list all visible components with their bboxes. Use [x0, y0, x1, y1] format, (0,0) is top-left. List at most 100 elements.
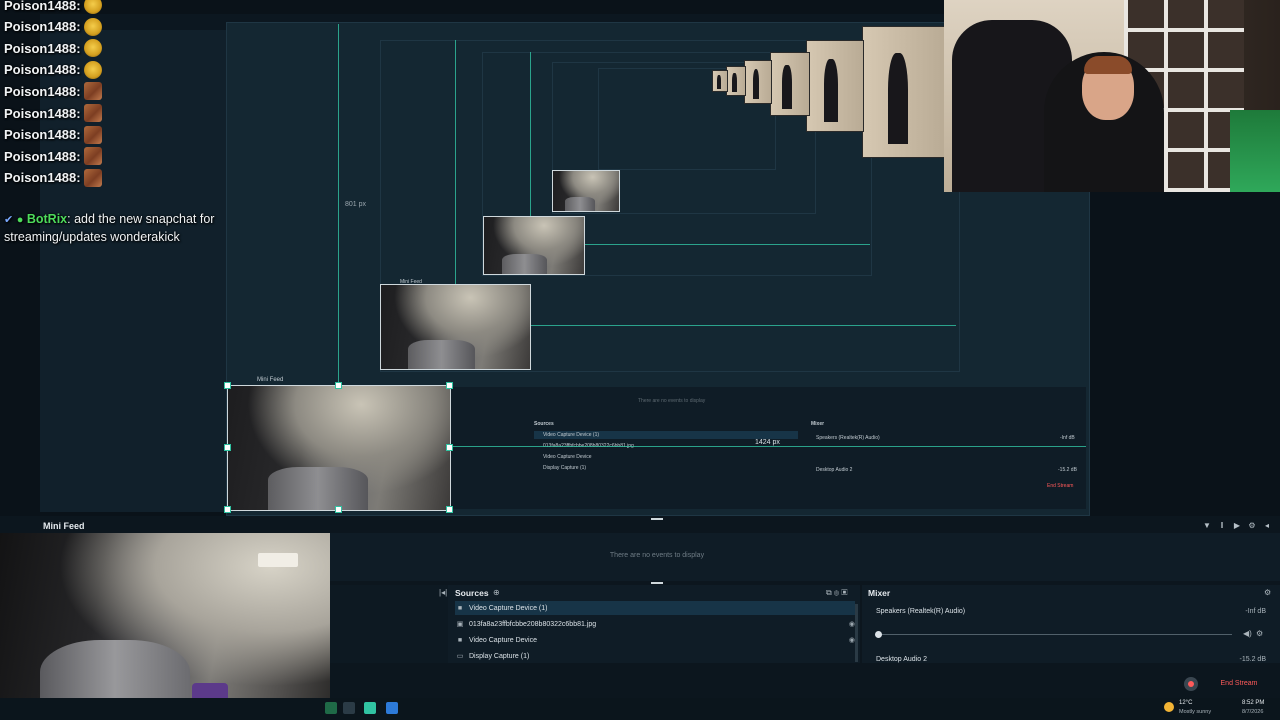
resize-handle-mr[interactable]	[446, 444, 453, 451]
chat-message: Poison1488:	[4, 168, 102, 188]
webcam-feed	[944, 0, 1280, 192]
ok-hand-emote-icon	[83, 39, 102, 58]
webcam-echo	[712, 70, 728, 92]
source-row[interactable]: ■ Video Capture Device ◉	[455, 633, 855, 647]
nested-mixer-title: Mixer	[811, 421, 825, 427]
sources-scrollbar[interactable]	[855, 604, 858, 662]
ok-hand-emote-icon	[83, 17, 102, 36]
chat-message: Poison1488:	[4, 103, 102, 123]
webcam-echo	[862, 26, 946, 158]
volume-slider-knob[interactable]	[875, 631, 882, 638]
popout-icon[interactable]: ◂	[1263, 522, 1271, 530]
resize-handle-tm[interactable]	[335, 382, 342, 389]
clock-date[interactable]: 8/7/2026	[1242, 709, 1263, 715]
app-icon[interactable]	[343, 702, 355, 714]
webcam-echo	[806, 40, 864, 132]
chat-username: Poison1488:	[4, 170, 81, 186]
emote-icon	[83, 125, 102, 144]
taskbar	[0, 698, 1280, 720]
mixer-panel	[862, 585, 1280, 663]
monitor-icon: ▭	[456, 653, 464, 660]
record-button[interactable]	[1184, 677, 1198, 691]
webcam-echo	[744, 60, 772, 104]
emote-icon	[83, 168, 102, 187]
camera-icon: ■	[457, 636, 463, 644]
mixer-track-value: -15.2 dB	[1239, 656, 1266, 663]
streamlabs-icon[interactable]	[364, 702, 376, 714]
track-settings-icon[interactable]: ⚙	[1256, 629, 1263, 638]
guide-line	[530, 325, 956, 326]
nested-mini-feed-2	[483, 216, 585, 275]
nested-mixer-val-1: -Inf dB	[1060, 435, 1075, 441]
chat-message: Poison1488:	[4, 38, 102, 58]
nested-source-3: Video Capture Device	[543, 454, 592, 460]
ok-hand-emote-icon	[83, 60, 102, 79]
bot-message: ✔ ● BotRix: add the new snapchat for str…	[4, 211, 240, 246]
resize-handle-br[interactable]	[446, 506, 453, 513]
image-icon: ▣	[456, 621, 464, 628]
app-icon[interactable]	[386, 702, 398, 714]
camera-icon: ■	[457, 604, 463, 612]
chat-message: Poison1488:	[4, 17, 102, 37]
chat-message: Poison1488:	[4, 125, 102, 145]
chat-username: Poison1488:	[4, 40, 81, 56]
mixer-track-label: Desktop Audio 2	[876, 656, 927, 663]
nested-mixer-val-2: -15.2 dB	[1058, 467, 1077, 473]
guide-line	[530, 52, 531, 216]
add-source-icon[interactable]: ⊕	[493, 588, 500, 597]
source-row[interactable]: ▣ 013fa8a23ffbfcbbe208b80322c6bb81.jpg ◉	[455, 617, 855, 631]
pause-icon[interactable]: ‖	[1218, 522, 1226, 530]
chat-message: Poison1488:	[4, 60, 102, 80]
nested-mini-feed-1	[380, 284, 531, 370]
collapse-icon[interactable]: |◂|	[439, 588, 447, 597]
source-row[interactable]: ■ Video Capture Device (1)	[455, 601, 855, 615]
resize-handle-bm[interactable]	[335, 506, 342, 513]
selected-source-mini-feed[interactable]	[227, 385, 451, 511]
bot-username: BotRix	[26, 212, 68, 226]
resize-handle-ml[interactable]	[224, 444, 231, 451]
scenes-panel	[330, 585, 448, 663]
mini-feed-title: Mini Feed	[43, 521, 85, 531]
panel-resize-grip[interactable]	[651, 582, 663, 584]
emote-icon	[83, 147, 102, 166]
mini-feed-preview	[0, 533, 330, 720]
app-icon[interactable]	[325, 702, 337, 714]
resize-handle-bl[interactable]	[224, 506, 231, 513]
skip-icon[interactable]: ▶	[1233, 522, 1241, 530]
mixer-track-value: -Inf dB	[1245, 608, 1266, 615]
mute-icon[interactable]: ◀)	[1243, 629, 1252, 638]
weather-description[interactable]: Mostly sunny	[1179, 709, 1211, 715]
end-stream-button[interactable]: End Stream	[1200, 678, 1278, 690]
source-toolbar-icons[interactable]: ⧉ ⊛ ▣	[826, 588, 847, 598]
mixer-settings-icon[interactable]: ⚙	[1264, 588, 1271, 597]
chat-username: Poison1488:	[4, 62, 81, 78]
events-empty-text: There are no events to display	[609, 552, 705, 559]
emote-icon	[83, 82, 102, 101]
mixer-track-label: Speakers (Realtek(R) Audio)	[876, 608, 966, 615]
clock-time[interactable]: 8:52 PM	[1242, 700, 1264, 706]
source-label: Video Capture Device	[469, 636, 537, 644]
chat-username: Poison1488:	[4, 127, 81, 143]
emote-icon	[83, 104, 102, 122]
verified-icon: ●	[16, 214, 24, 226]
resize-handle-tl[interactable]	[224, 382, 231, 389]
chat-message: Poison1488:	[4, 0, 102, 15]
chat-username: Poison1488:	[4, 148, 81, 164]
nested-source-4: Display Capture (1)	[543, 465, 587, 471]
guide-line	[455, 40, 456, 286]
chat-username: Poison1488:	[4, 105, 81, 121]
panel-resize-grip[interactable]	[651, 518, 663, 520]
source-row[interactable]: ▭ Display Capture (1)	[455, 649, 855, 663]
wrench-icon: ✔	[4, 214, 14, 226]
source-label: Video Capture Device (1)	[469, 604, 548, 612]
volume-slider[interactable]	[878, 634, 1232, 635]
resize-handle-tr[interactable]	[446, 382, 453, 389]
ok-hand-emote-icon	[83, 0, 102, 14]
weather-temperature[interactable]: 12°C	[1179, 700, 1192, 706]
nested-mixer-2: Desktop Audio 2	[816, 467, 853, 473]
nested-mini-feed-label: Mini Feed	[400, 279, 422, 285]
filter-icon[interactable]: ▼	[1203, 522, 1211, 530]
guide-line	[584, 244, 870, 245]
settings-icon[interactable]: ⚙	[1248, 522, 1256, 530]
guide-line	[338, 24, 339, 384]
